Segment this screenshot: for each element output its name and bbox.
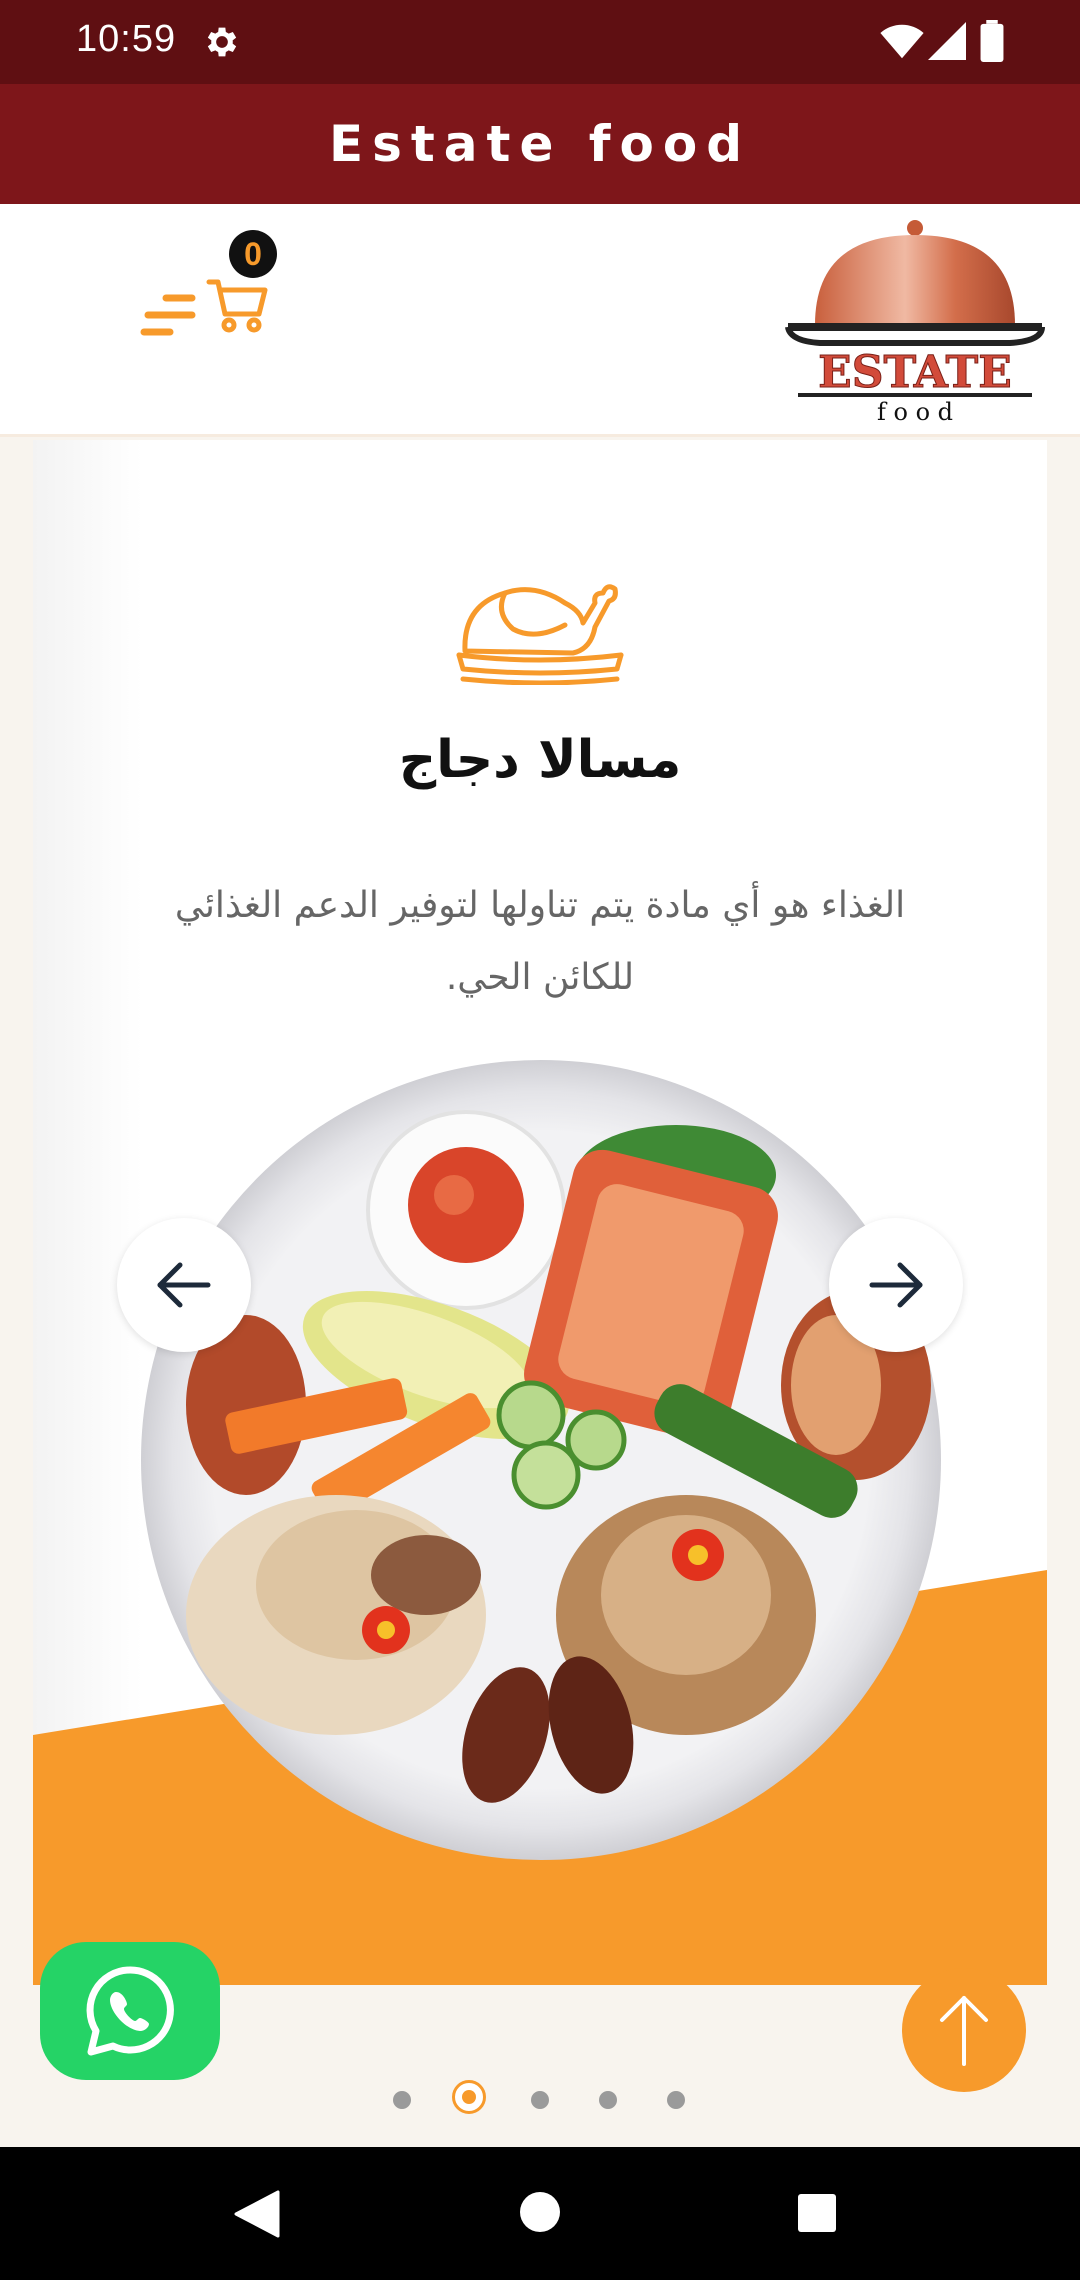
whatsapp-button[interactable]	[40, 1942, 220, 2080]
slide-pagination	[390, 2080, 710, 2120]
cart-count-badge[interactable]: 0	[229, 230, 277, 278]
app-title: Estate food	[328, 115, 752, 173]
prev-slide-button[interactable]	[117, 1218, 251, 1352]
recent-apps-icon[interactable]	[797, 2193, 837, 2233]
home-icon[interactable]	[518, 2190, 562, 2234]
pagination-dot[interactable]	[531, 2091, 549, 2109]
app-bar: Estate food	[0, 84, 1080, 204]
cell-signal-icon	[928, 22, 966, 60]
slide-description: الغذاء هو أي مادة يتم تناولها لتوفير الد…	[174, 885, 906, 998]
arrow-up-icon	[940, 1996, 988, 2066]
pagination-dot[interactable]	[667, 2091, 685, 2109]
whatsapp-icon	[86, 1966, 174, 2056]
pagination-dot[interactable]	[393, 2091, 411, 2109]
logo-sub: f o o d	[877, 398, 953, 425]
arrow-left-icon	[157, 1262, 211, 1308]
estate-food-logo: ESTATE f o o d	[785, 220, 1045, 425]
pagination-dot-active[interactable]	[452, 2080, 486, 2114]
status-time: 10:59	[76, 18, 177, 60]
menu-lines-icon[interactable]	[140, 290, 200, 344]
pagination-dot[interactable]	[599, 2091, 617, 2109]
roast-chicken-icon	[456, 584, 624, 685]
next-slide-button[interactable]	[829, 1218, 963, 1352]
cart-icon[interactable]	[206, 276, 270, 334]
battery-icon	[980, 20, 1004, 62]
back-icon[interactable]	[234, 2190, 280, 2238]
scroll-to-top-button[interactable]	[902, 1968, 1026, 2092]
slide-title: مسالا دجاج	[398, 730, 682, 790]
arrow-right-icon	[869, 1262, 923, 1308]
logo-word: ESTATE	[818, 347, 1012, 398]
settings-gear-icon	[207, 27, 237, 57]
status-bar: 10:59	[0, 0, 1080, 84]
wifi-icon	[880, 24, 924, 59]
food-plate-image	[141, 1060, 941, 1860]
